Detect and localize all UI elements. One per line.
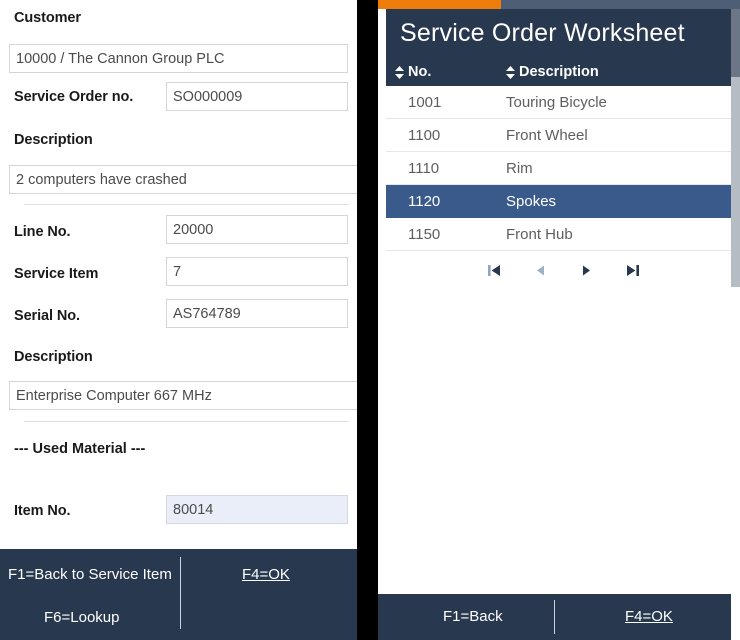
right-footer-divider — [554, 600, 555, 634]
row-description: Spokes — [506, 192, 557, 210]
vertical-scrollbar[interactable] — [731, 9, 740, 640]
progress-bar-fill — [378, 0, 502, 9]
table-row[interactable]: 1001 Touring Bicycle — [386, 86, 740, 119]
column-header-description-label: Description — [519, 64, 599, 80]
item-description-field[interactable]: Enterprise Computer 667 MHz — [9, 381, 357, 410]
column-header-no[interactable]: No. — [386, 64, 506, 80]
service-order-no-label: Service Order no. — [14, 89, 134, 105]
sort-updown-icon — [395, 65, 404, 79]
used-material-section-header: --- Used Material --- — [14, 441, 146, 457]
serial-no-field[interactable]: AS764789 — [166, 299, 348, 328]
grid-header-row: No. Description — [386, 58, 740, 86]
column-header-description[interactable]: Description — [506, 64, 740, 80]
grid-body: 1001 Touring Bicycle 1100 Front Wheel 11… — [386, 86, 740, 251]
serial-no-label: Serial No. — [14, 308, 80, 324]
left-footer-bar: F1=Back to Service Item F6=Lookup F4=OK — [0, 549, 357, 640]
column-header-no-label: No. — [408, 64, 432, 80]
item-description-label: Description — [14, 349, 93, 365]
row-no: 1001 — [408, 93, 442, 111]
section-divider-1 — [24, 204, 349, 205]
f1-back-button[interactable]: F1=Back — [443, 608, 503, 625]
f1-back-to-service-item-button[interactable]: F1=Back to Service Item — [8, 566, 172, 583]
service-order-detail-panel: Customer 10000 / The Cannon Group PLC Se… — [0, 0, 357, 640]
last-page-icon[interactable] — [622, 260, 642, 280]
line-no-field[interactable]: 20000 — [166, 215, 348, 244]
table-row[interactable]: 1100 Front Wheel — [386, 119, 740, 152]
row-description: Touring Bicycle — [506, 93, 607, 111]
service-order-form: Customer 10000 / The Cannon Group PLC Se… — [0, 0, 357, 549]
row-description: Front Wheel — [506, 126, 588, 144]
f6-lookup-button[interactable]: F6=Lookup — [44, 609, 119, 626]
line-no-label: Line No. — [14, 224, 71, 240]
row-no: 1100 — [408, 126, 441, 144]
table-row-selected[interactable]: 1120 Spokes — [386, 185, 740, 218]
order-description-label: Description — [14, 132, 93, 148]
item-no-label: Item No. — [14, 503, 71, 519]
left-footer-divider — [180, 557, 181, 629]
worksheet-title-bar: Service Order Worksheet — [378, 9, 740, 58]
service-order-no-field[interactable]: SO000009 — [166, 82, 348, 111]
next-page-icon[interactable] — [576, 260, 596, 280]
progress-bar-track — [378, 0, 740, 9]
app-root: Customer 10000 / The Cannon Group PLC Se… — [0, 0, 740, 640]
worksheet-grid: No. Description 1001 Touring Bicycle 110… — [378, 58, 740, 594]
table-row[interactable]: 1150 Front Hub — [386, 218, 740, 251]
right-f4-ok-button[interactable]: F4=OK — [625, 608, 673, 625]
table-row[interactable]: 1110 Rim — [386, 152, 740, 185]
service-item-label: Service Item — [14, 266, 99, 282]
scrollbar-thumb-top-segment[interactable] — [731, 9, 740, 77]
row-description: Front Hub — [506, 225, 573, 243]
section-divider-2 — [24, 421, 349, 422]
first-page-icon[interactable] — [484, 260, 504, 280]
order-description-field[interactable]: 2 computers have crashed — [9, 165, 357, 194]
service-order-worksheet-panel: Service Order Worksheet No. Description … — [378, 0, 740, 640]
service-item-field[interactable]: 7 — [166, 257, 348, 286]
row-no: 1150 — [408, 225, 441, 243]
pagination-controls — [386, 251, 740, 289]
row-description: Rim — [506, 159, 533, 177]
previous-page-icon[interactable] — [530, 260, 550, 280]
sort-updown-icon — [506, 65, 515, 79]
page-title: Service Order Worksheet — [400, 19, 685, 47]
item-no-field[interactable]: 80014 — [166, 495, 348, 524]
right-footer-bar: F1=Back F4=OK — [378, 594, 740, 640]
customer-field[interactable]: 10000 / The Cannon Group PLC — [9, 44, 348, 73]
customer-label: Customer — [14, 10, 81, 26]
row-no: 1120 — [408, 192, 441, 210]
row-no: 1110 — [408, 159, 440, 177]
f4-ok-button[interactable]: F4=OK — [242, 566, 290, 583]
scrollbar-thumb[interactable] — [731, 9, 740, 287]
